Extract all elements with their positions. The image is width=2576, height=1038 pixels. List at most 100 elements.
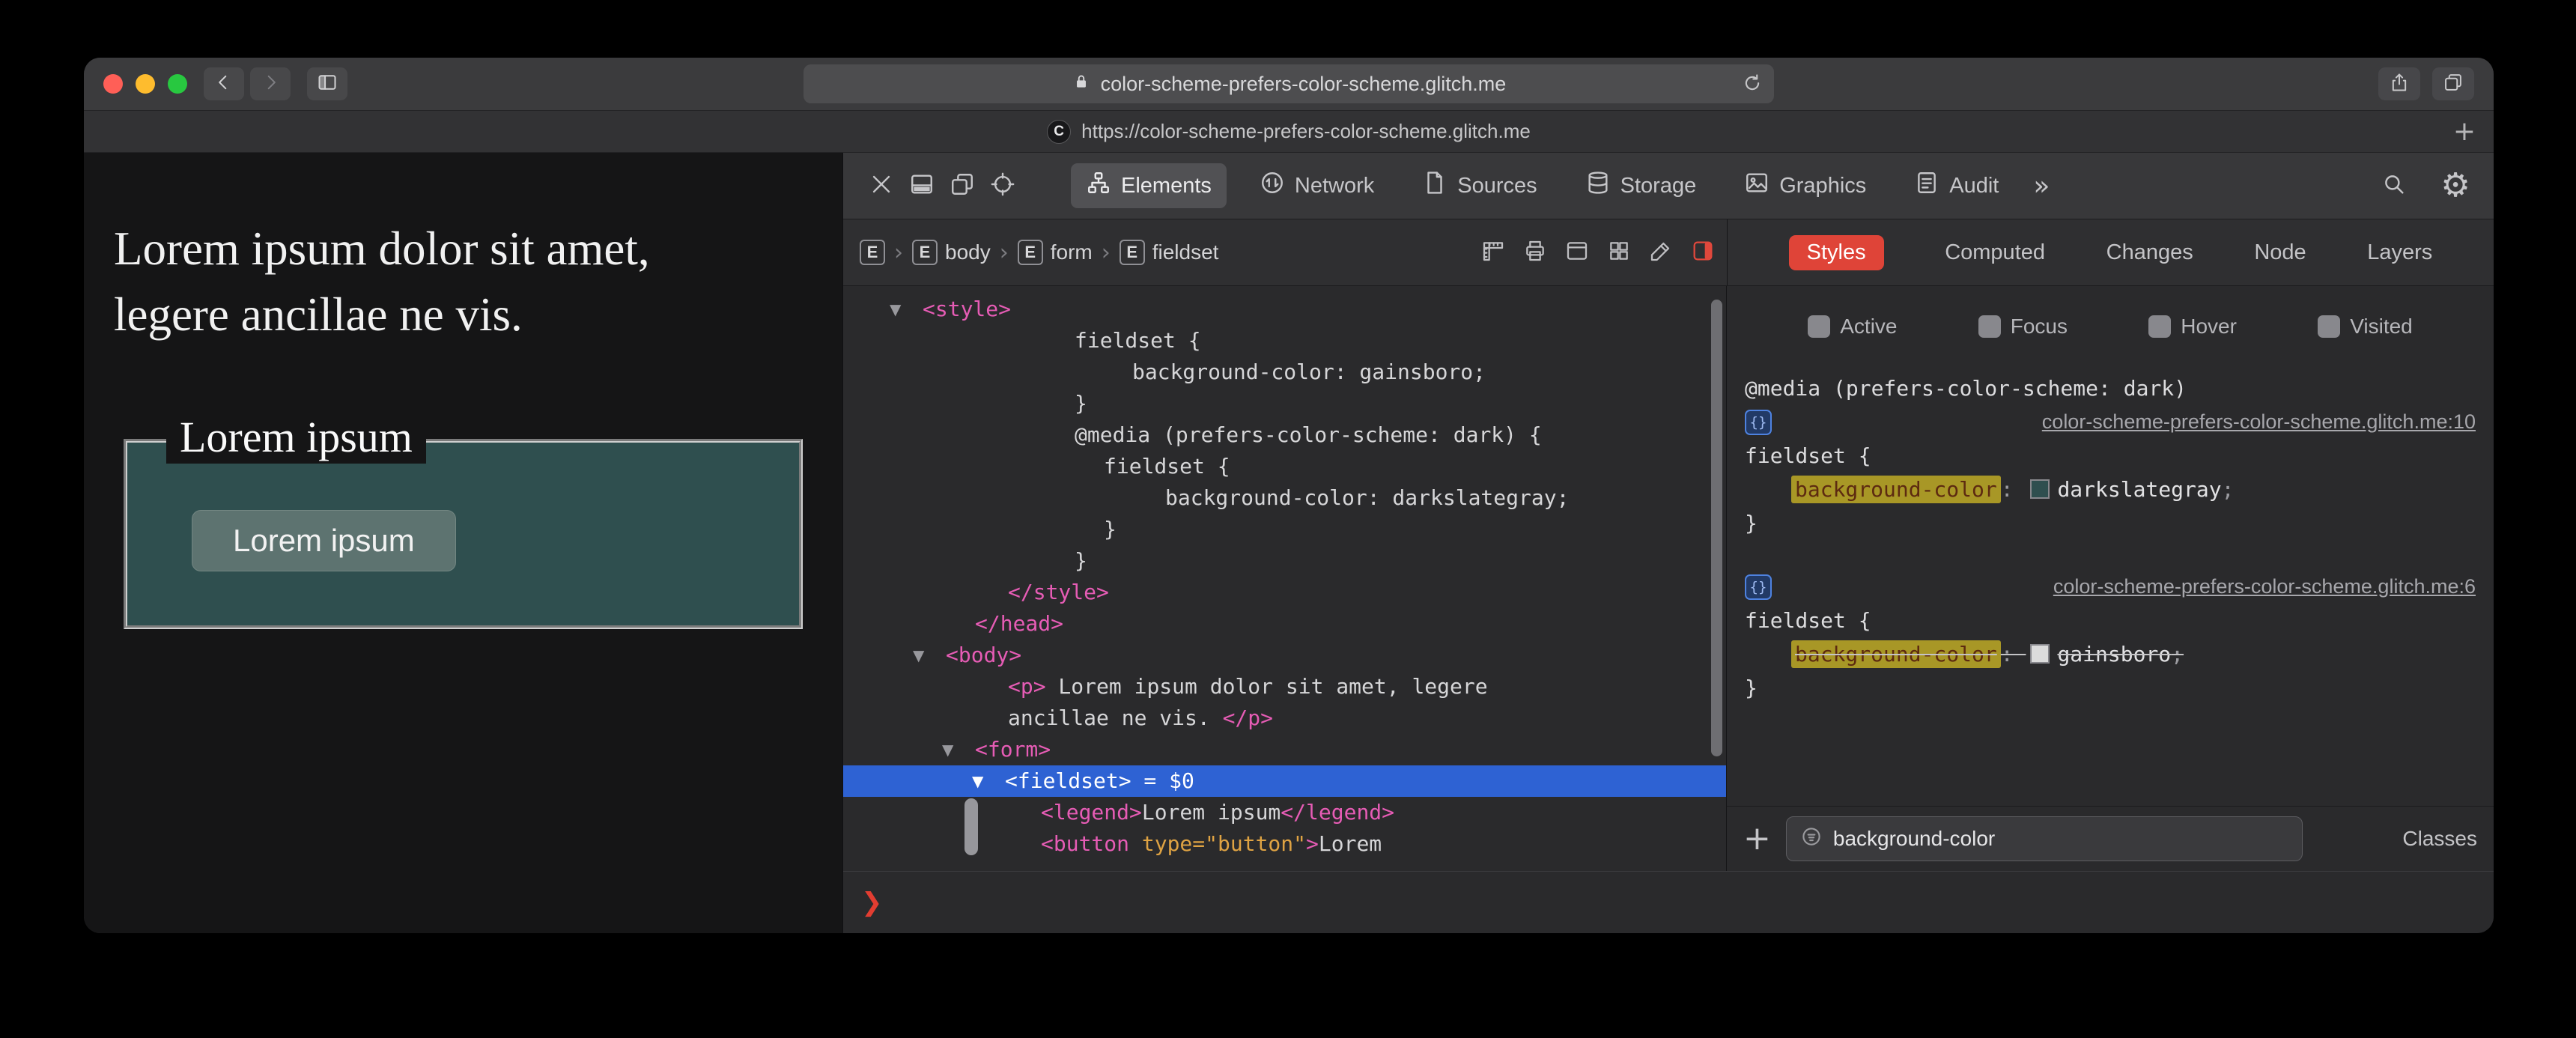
dom-tree-scrollbar[interactable] <box>1711 300 1722 756</box>
breadcrumb-item-form[interactable]: Eform <box>1017 240 1093 265</box>
tree-line[interactable]: fieldset { <box>843 451 1726 482</box>
colon: : <box>2000 477 2026 502</box>
sidebar-toggle-button[interactable] <box>307 67 347 100</box>
checkbox-icon[interactable] <box>1808 315 1831 338</box>
tree-line[interactable]: <p> Lorem ipsum dolor sit amet, legere <box>843 671 1726 702</box>
page-button[interactable]: Lorem ipsum <box>192 510 456 571</box>
element-icon: E <box>1017 240 1043 265</box>
tab-elements[interactable]: Elements <box>1071 163 1227 208</box>
chevron-left-icon <box>213 72 234 97</box>
tab-favicon: C <box>1047 119 1072 144</box>
disclosure-triangle-icon[interactable]: ▼ <box>890 294 901 325</box>
tab-network[interactable]: Network <box>1245 163 1389 208</box>
window-controls <box>103 74 187 94</box>
console-prompt-icon: ❯ <box>861 887 883 917</box>
new-tab-button[interactable]: + <box>2453 118 2476 145</box>
tree-line[interactable]: } <box>843 514 1726 545</box>
tab-title[interactable]: https://color-scheme-prefers-color-schem… <box>1081 120 1531 143</box>
add-rule-button[interactable]: + <box>1743 822 1771 855</box>
tab-sources[interactable]: Sources <box>1407 163 1552 208</box>
tree-line[interactable]: fieldset { <box>843 325 1726 356</box>
checkbox-icon[interactable] <box>2318 315 2341 338</box>
sidebar-tab-changes[interactable]: Changes <box>2106 235 2193 270</box>
color-swatch[interactable] <box>2030 644 2050 664</box>
web-inspector: Elements Network Sources Storage Graphics Aud… <box>842 153 2494 933</box>
styles-filter-input[interactable]: background-color <box>1785 816 2303 861</box>
minimize-window-button[interactable] <box>136 74 155 94</box>
rulers-icon[interactable] <box>1481 239 1505 267</box>
css-declaration[interactable]: background-color: darkslategray; <box>1745 473 2476 506</box>
dock-bottom-icon <box>909 172 935 201</box>
tab-bar: C https://color-scheme-prefers-color-sch… <box>84 111 2494 153</box>
settings-button[interactable]: ⚙ <box>2435 166 2476 206</box>
edit-icon[interactable] <box>1649 239 1673 267</box>
tree-line[interactable]: ▼ <fieldset> = $0 <box>843 765 1726 797</box>
grid-overlay-icon[interactable] <box>1607 239 1631 267</box>
breadcrumb-item-body[interactable]: Ebody <box>912 240 991 265</box>
tab-graphics[interactable]: Graphics <box>1729 163 1881 208</box>
tab-overview-button[interactable] <box>2432 67 2474 100</box>
close-window-button[interactable] <box>103 74 123 94</box>
frame-icon[interactable] <box>1565 239 1589 267</box>
css-declaration[interactable]: background-color: gainsboro; <box>1745 637 2476 671</box>
disclosure-triangle-icon[interactable]: ▼ <box>913 640 924 671</box>
reload-button[interactable] <box>1741 72 1764 100</box>
close-inspector-button[interactable] <box>861 166 902 206</box>
tree-line[interactable]: @media (prefers-color-scheme: dark) { <box>843 419 1726 451</box>
stylesheet-link[interactable]: color-scheme-prefers-color-scheme.glitch… <box>2053 575 2476 598</box>
stylesheet-link[interactable]: color-scheme-prefers-color-scheme.glitch… <box>2042 410 2476 434</box>
tree-line[interactable]: </head> <box>843 608 1726 640</box>
tab-storage[interactable]: Storage <box>1570 163 1712 208</box>
dock-bottom-button[interactable] <box>902 166 942 206</box>
token-tag: <legend> <box>1041 800 1142 825</box>
disclosure-triangle-icon[interactable]: ▼ <box>972 765 983 797</box>
sidebar-tab-computed[interactable]: Computed <box>1945 235 2045 270</box>
pseudo-toggle-focus[interactable]: Focus <box>1978 315 2068 339</box>
back-button[interactable] <box>204 67 244 100</box>
breadcrumb-item[interactable]: E <box>860 240 885 265</box>
classes-button[interactable]: Classes <box>2402 827 2477 851</box>
checkbox-icon[interactable] <box>2148 315 2172 338</box>
sidebar-tab-styles[interactable]: Styles <box>1788 234 1884 270</box>
token-tag: <fieldset> <box>1005 768 1131 793</box>
tree-line[interactable]: } <box>843 388 1726 419</box>
pseudo-toggle-hover[interactable]: Hover <box>2148 315 2237 339</box>
tree-line[interactable]: </style> <box>843 577 1726 608</box>
network-icon <box>1260 170 1285 201</box>
semicolon: ; <box>2221 477 2235 502</box>
more-tabs-button[interactable]: » <box>2033 171 2050 201</box>
pseudo-toggle-active[interactable]: Active <box>1808 315 1898 339</box>
undock-button[interactable] <box>942 166 982 206</box>
sidebar-tab-node[interactable]: Node <box>2254 235 2306 270</box>
element-highlight-icon[interactable] <box>1691 239 1715 267</box>
token-tag: <body> <box>946 643 1022 667</box>
print-styles-icon[interactable] <box>1523 239 1547 267</box>
share-button[interactable] <box>2378 67 2420 100</box>
breadcrumb-item-fieldset[interactable]: Efieldset <box>1119 240 1219 265</box>
pseudo-toggle-visited[interactable]: Visited <box>2318 315 2413 339</box>
tree-line[interactable]: ancillae ne vis. </p> <box>843 702 1726 734</box>
address-bar[interactable]: color-scheme-prefers-color-scheme.glitch… <box>804 64 1774 103</box>
style-rules: @media (prefers-color-scheme: dark) {} col… <box>1727 367 2494 806</box>
disclosure-triangle-icon[interactable]: ▼ <box>942 734 953 765</box>
tree-line[interactable]: ▼ <body> <box>843 640 1726 671</box>
zoom-window-button[interactable] <box>168 74 187 94</box>
page-fieldset: Lorem ipsum Lorem ipsum <box>124 411 803 629</box>
search-button[interactable] <box>2374 166 2414 206</box>
tree-line[interactable]: background-color: gainsboro; <box>843 356 1726 388</box>
tree-line[interactable]: background-color: darkslategray; <box>843 482 1726 514</box>
inspector-subbar: E › Ebody › Eform › Efieldset Styles Computed Ch… <box>843 219 2494 286</box>
checkbox-icon[interactable] <box>1978 315 2001 338</box>
console-prompt-row[interactable]: ❯ <box>843 871 2494 933</box>
tab-audit[interactable]: Audit <box>1899 163 2014 208</box>
element-picker-button[interactable] <box>982 166 1023 206</box>
tree-line[interactable]: ▼ <form> <box>843 734 1726 765</box>
pseudo-label: Hover <box>2181 315 2237 338</box>
tab-label: Graphics <box>1779 173 1867 198</box>
color-swatch[interactable] <box>2030 479 2050 499</box>
tree-line[interactable]: } <box>843 545 1726 577</box>
breadcrumb-label: fieldset <box>1152 240 1219 264</box>
sidebar-tab-layers[interactable]: Layers <box>2367 235 2432 270</box>
tree-line[interactable]: ▼ <style> <box>843 294 1726 325</box>
forward-button[interactable] <box>250 67 291 100</box>
